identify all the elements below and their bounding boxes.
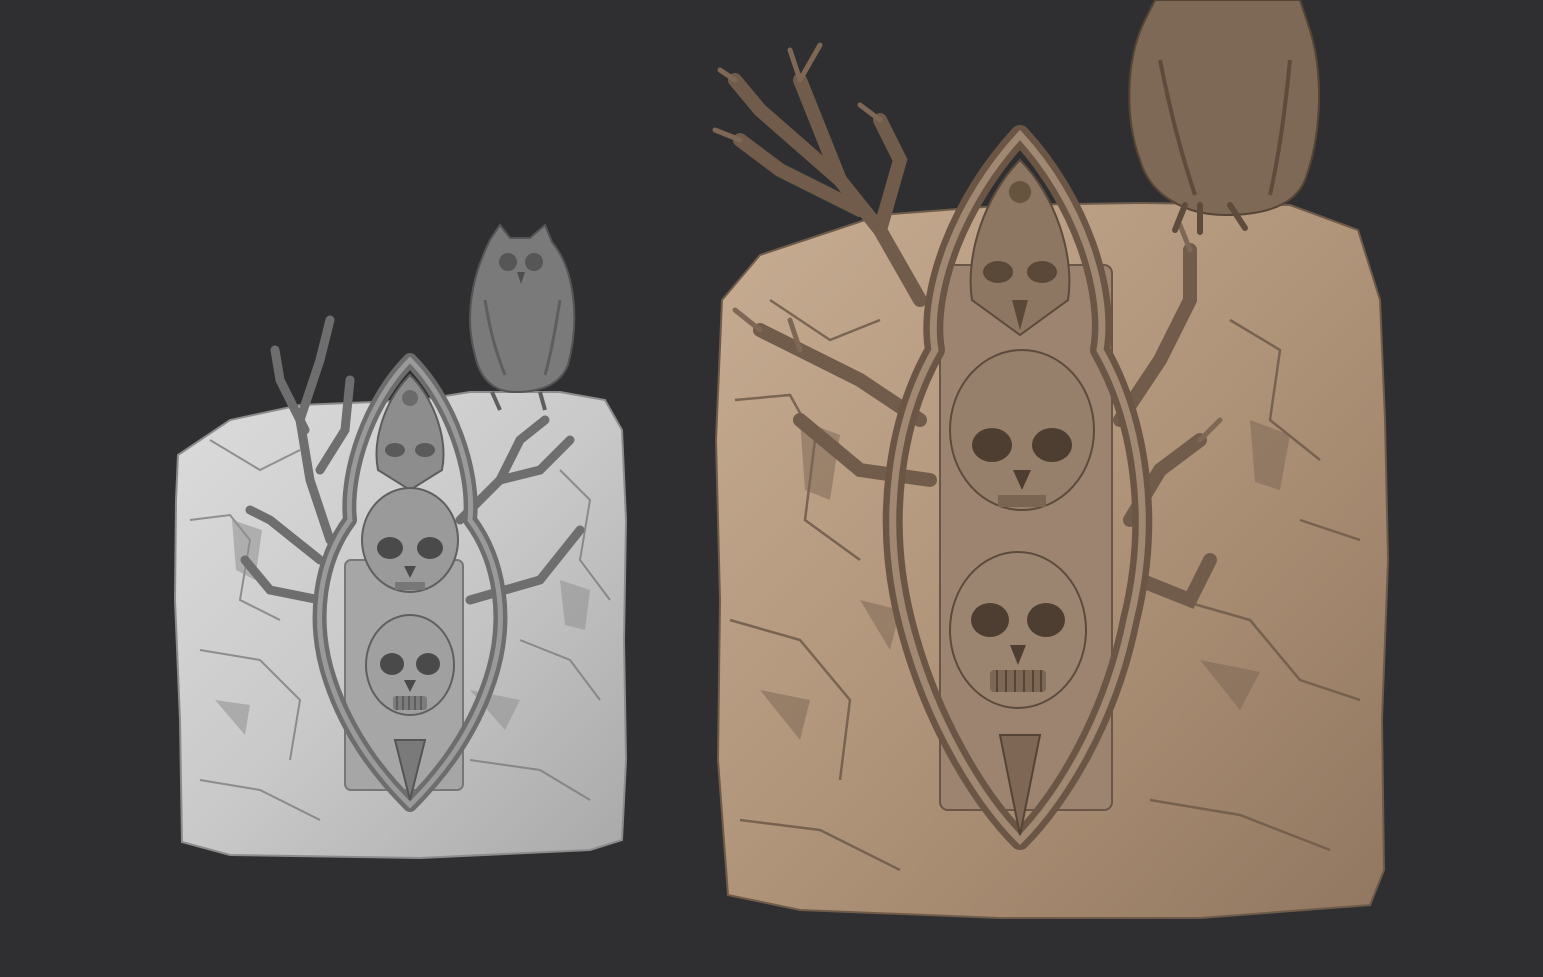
owl-right <box>1128 0 1321 235</box>
sculpt-right <box>712 0 1390 919</box>
skull-upper-right <box>949 349 1095 511</box>
3d-viewport[interactable] <box>0 0 1543 977</box>
skull-lower-right <box>949 551 1087 709</box>
